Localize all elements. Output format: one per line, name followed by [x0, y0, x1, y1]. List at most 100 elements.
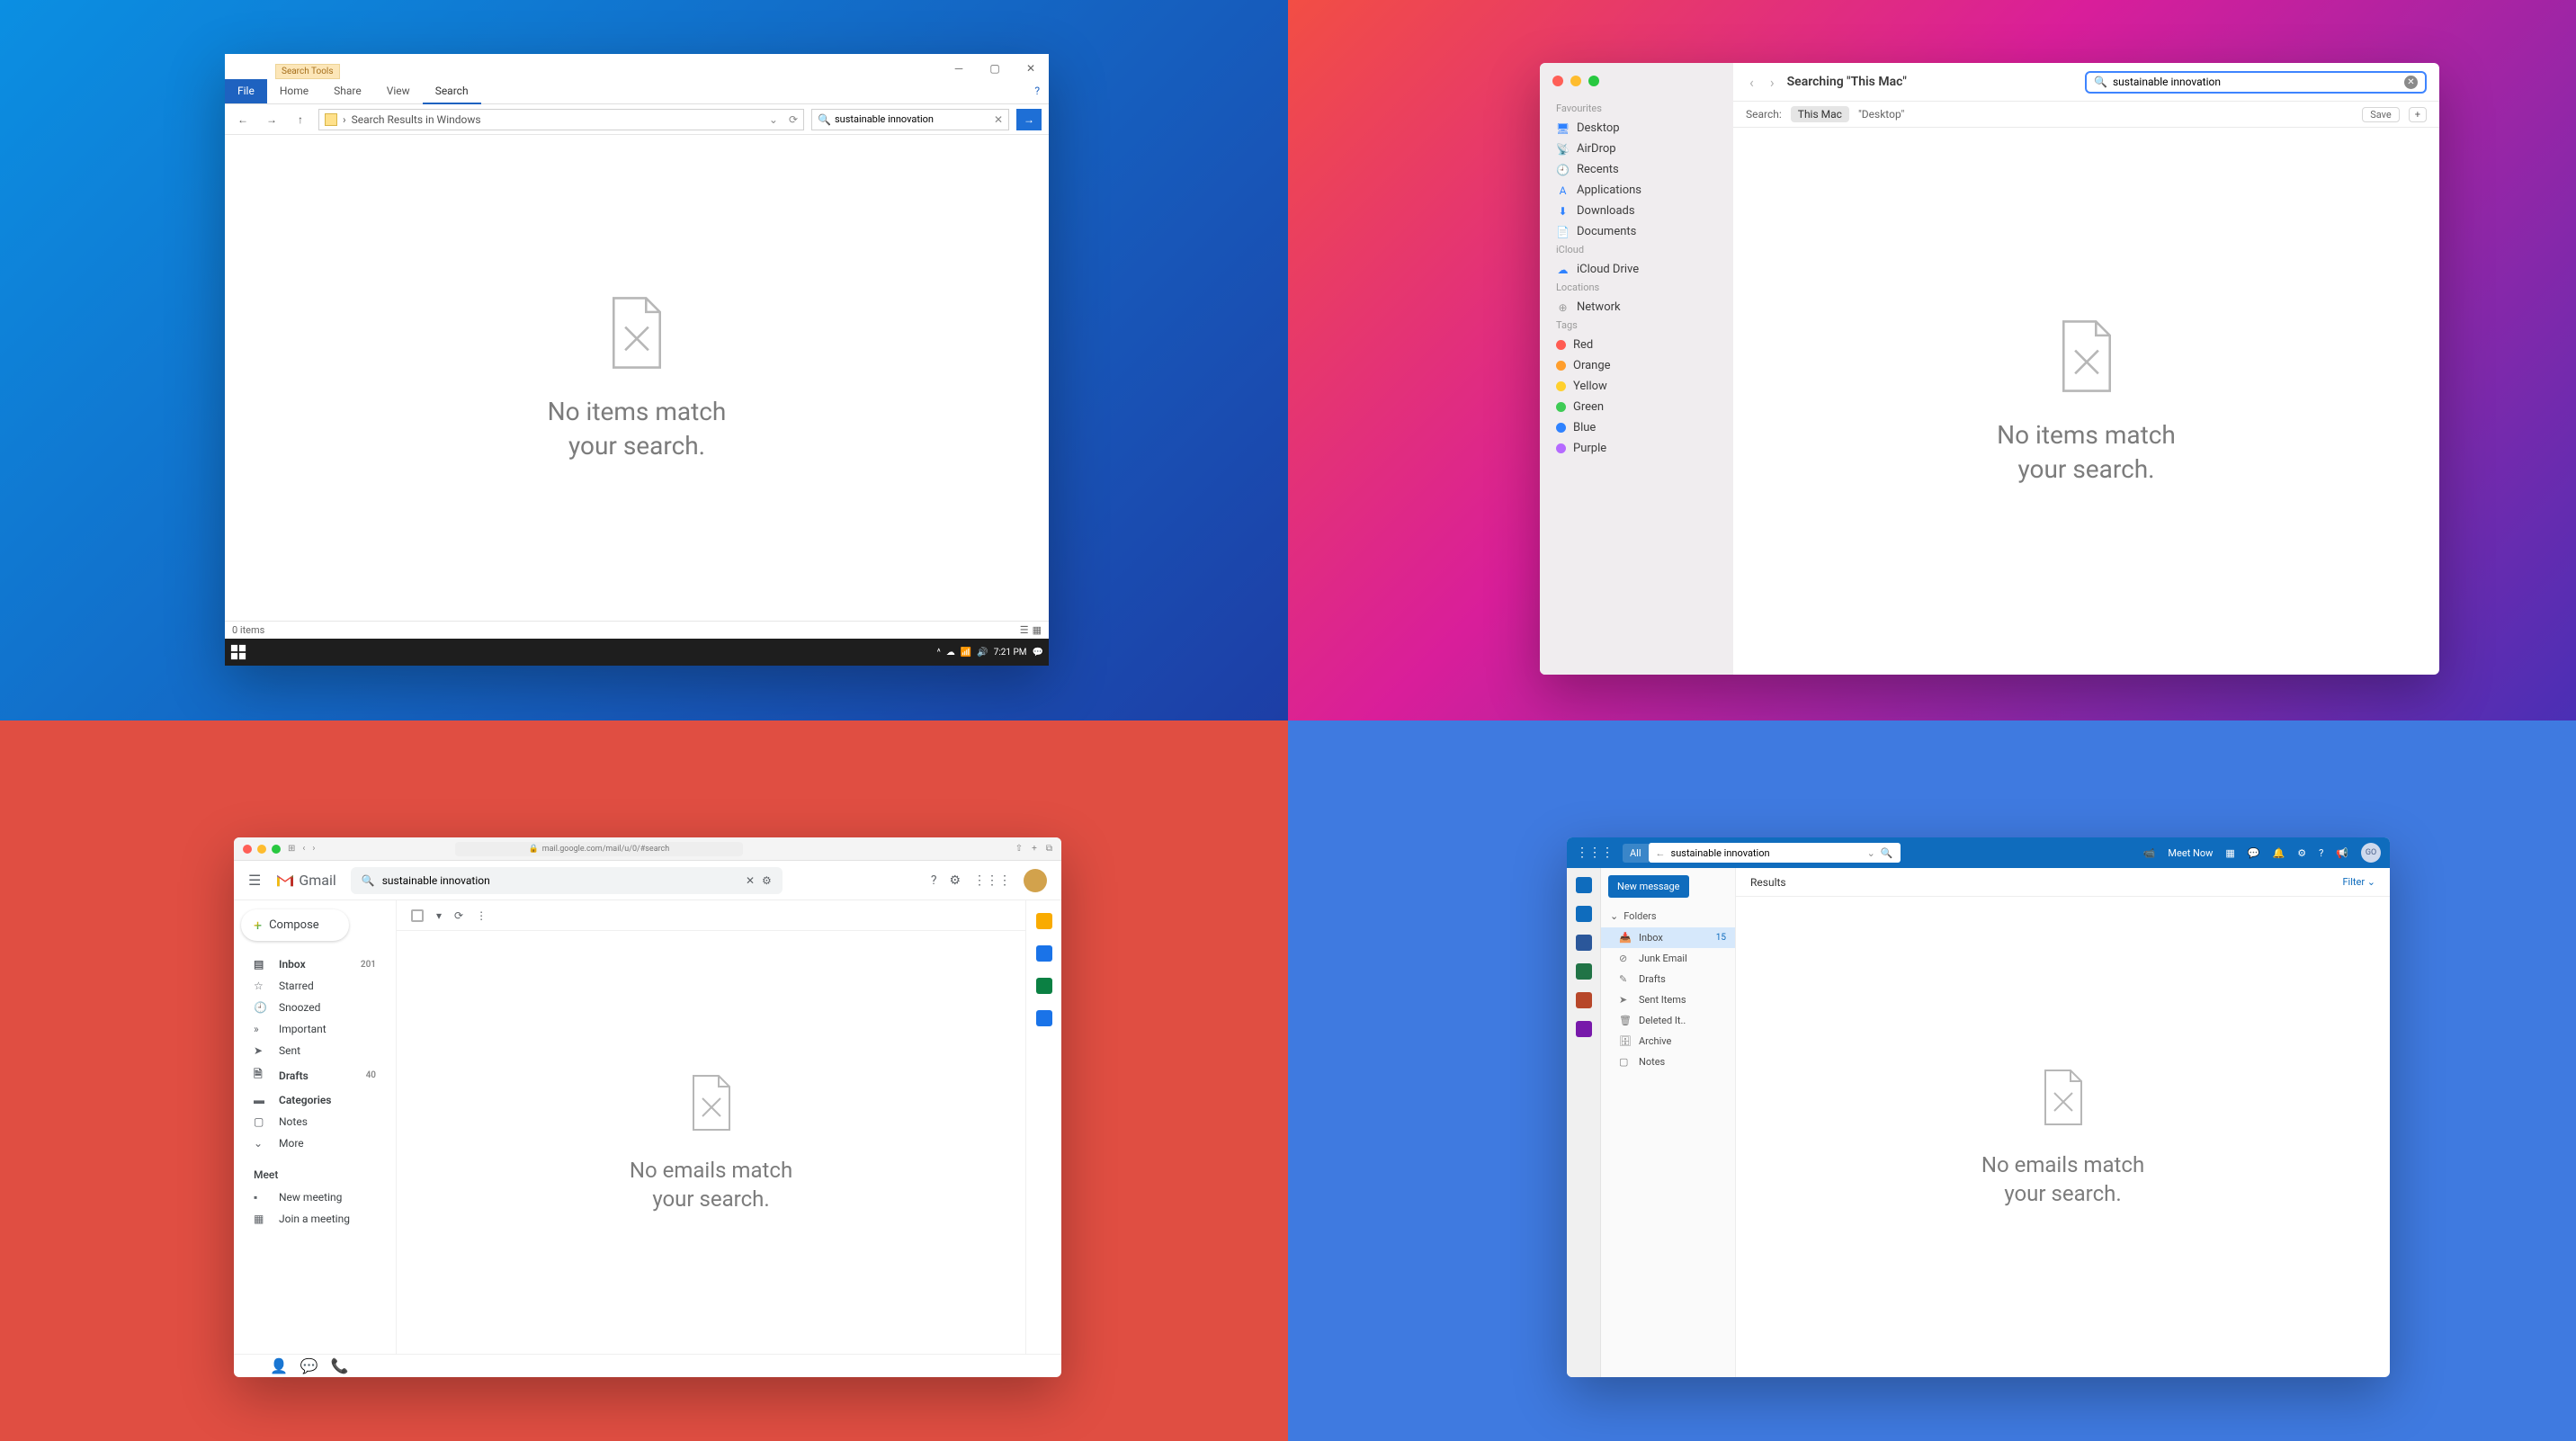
maximize-button[interactable]	[1588, 76, 1599, 86]
clear-search-button[interactable]: ✕	[2404, 76, 2418, 89]
addon-icon[interactable]	[1036, 978, 1052, 994]
sidebar-toggle-icon[interactable]: ⊞	[288, 844, 295, 854]
sidebar-item-icloud[interactable]: ☁iCloud Drive	[1540, 259, 1733, 280]
tag-green[interactable]: Green	[1540, 397, 1733, 417]
search-bar[interactable]: 🔍 ✕ ⚙	[351, 867, 783, 894]
breadcrumb-path[interactable]: › Search Results in Windows ⌄ ⟳	[318, 109, 804, 130]
sidebar-item-applications[interactable]: AApplications	[1540, 180, 1733, 201]
refresh-icon[interactable]: ⟳	[789, 113, 798, 126]
back-button[interactable]: ←	[232, 113, 254, 126]
search-box[interactable]: 🔍 ✕	[811, 109, 1009, 130]
tag-blue[interactable]: Blue	[1540, 417, 1733, 438]
folder-sent-items[interactable]: ➤Sent Items	[1601, 989, 1735, 1010]
new-message-button[interactable]: New message	[1608, 875, 1689, 898]
folder-notes[interactable]: ▢Notes	[1601, 1052, 1735, 1072]
up-button[interactable]: ↑	[290, 113, 311, 126]
folders-header[interactable]: ⌄Folders	[1601, 905, 1735, 927]
search-scope[interactable]: All	[1623, 844, 1649, 863]
folder-drafts[interactable]: ✎Drafts	[1601, 969, 1735, 989]
back-button[interactable]: ‹	[302, 844, 305, 854]
chat-icon[interactable]: 💬	[300, 1357, 318, 1374]
nav-notes[interactable]: ▢Notes	[241, 1111, 389, 1132]
nav-important[interactable]: »Important	[241, 1018, 389, 1040]
ribbon-tab-file[interactable]: File	[225, 79, 267, 103]
help-icon[interactable]: ?	[1025, 79, 1049, 103]
nav-inbox[interactable]: ▤Inbox201	[241, 953, 389, 975]
menu-icon[interactable]: ☰	[248, 872, 261, 889]
app-icon[interactable]	[1576, 963, 1592, 980]
support-icon[interactable]: ?	[931, 873, 937, 888]
select-dropdown-icon[interactable]: ▾	[436, 909, 442, 922]
tray-cloud-icon[interactable]: ☁	[946, 648, 955, 658]
scope-thismac[interactable]: This Mac	[1791, 106, 1849, 122]
clear-search-icon[interactable]: ✕	[746, 874, 755, 887]
url-bar[interactable]: 🔒 mail.google.com/mail/u/0/#search	[455, 842, 743, 856]
close-button[interactable]	[1552, 76, 1563, 86]
select-all-checkbox[interactable]	[411, 909, 424, 922]
search-icon[interactable]: 🔍	[1881, 847, 1893, 859]
search-input[interactable]	[2113, 76, 2399, 88]
nav-snoozed[interactable]: 🕘Snoozed	[241, 997, 389, 1018]
addon-icon[interactable]	[1036, 1010, 1052, 1026]
settings-icon[interactable]: ⚙	[949, 873, 961, 888]
search-options-icon[interactable]: ⚙	[762, 874, 772, 887]
app-icon[interactable]	[1576, 1021, 1592, 1037]
close-button[interactable]	[243, 845, 252, 854]
addon-icon[interactable]	[1036, 945, 1052, 962]
app-icon[interactable]	[1576, 935, 1592, 951]
search-input[interactable]	[1671, 847, 1862, 859]
phone-icon[interactable]: 📞	[331, 1357, 349, 1374]
nav-starred[interactable]: ☆Starred	[241, 975, 389, 997]
addon-icon[interactable]	[1036, 913, 1052, 929]
app-icon[interactable]	[1576, 877, 1592, 893]
tag-orange[interactable]: Orange	[1540, 355, 1733, 376]
whatsnew-icon[interactable]: 📢	[2336, 847, 2348, 859]
app-launcher-icon[interactable]: ⋮⋮⋮	[1576, 846, 1614, 860]
forward-button[interactable]: ›	[312, 844, 315, 854]
tag-yellow[interactable]: Yellow	[1540, 376, 1733, 397]
scope-desktop[interactable]: "Desktop"	[1858, 108, 1904, 121]
account-avatar[interactable]: GO	[2361, 843, 2381, 863]
app-icon[interactable]	[1576, 992, 1592, 1008]
teams-call-icon[interactable]: 📹	[2143, 847, 2156, 859]
minimize-button[interactable]	[1570, 76, 1581, 86]
help-icon[interactable]: ?	[2319, 847, 2323, 859]
account-avatar[interactable]	[1024, 869, 1047, 892]
nav-more[interactable]: ⌄More	[241, 1132, 389, 1154]
view-icons-icon[interactable]: ▦	[1033, 624, 1042, 636]
sidebar-item-network[interactable]: ⊕Network	[1540, 297, 1733, 318]
search-input[interactable]	[835, 113, 990, 125]
tabs-icon[interactable]: ⧉	[1046, 844, 1052, 854]
sidebar-item-desktop[interactable]: 🖥Desktop	[1540, 118, 1733, 139]
forward-button[interactable]: ›	[1767, 74, 1778, 91]
notification-icon[interactable]: 💬	[1033, 648, 1043, 658]
ribbon-tab-search[interactable]: Search	[423, 79, 481, 103]
folder-junk-email[interactable]: ⊘Junk Email	[1601, 948, 1735, 969]
back-icon[interactable]: ←	[1656, 847, 1666, 859]
meet-now-button[interactable]: Meet Now	[2168, 847, 2213, 859]
sidebar-item-downloads[interactable]: ⬇Downloads	[1540, 201, 1733, 221]
folder-archive[interactable]: 🗄Archive	[1601, 1031, 1735, 1052]
search-tools-context-tab[interactable]: Search Tools	[275, 64, 340, 79]
search-field[interactable]: 🔍 ✕	[2085, 71, 2427, 94]
sidebar-item-recents[interactable]: 🕘Recents	[1540, 159, 1733, 180]
start-button[interactable]	[230, 644, 246, 660]
tray-wifi-icon[interactable]: 📶	[961, 648, 971, 658]
gmail-logo[interactable]: Gmail	[275, 872, 335, 889]
minimize-button[interactable]	[257, 845, 266, 854]
nav-drafts[interactable]: 🗎Drafts40	[241, 1061, 389, 1089]
notifications-icon[interactable]: 🔔	[2273, 847, 2285, 859]
compose-button[interactable]: + Compose	[241, 909, 349, 941]
apps-icon[interactable]: ⋮⋮⋮	[973, 873, 1011, 888]
save-search-button[interactable]: Save	[2362, 107, 2400, 122]
new-tab-icon[interactable]: +	[1032, 844, 1037, 854]
ribbon-tab-home[interactable]: Home	[267, 79, 321, 103]
add-rule-button[interactable]: +	[2409, 107, 2427, 122]
search-input[interactable]	[382, 874, 738, 887]
filter-button[interactable]: Filter ⌄	[2342, 876, 2375, 888]
back-button[interactable]: ‹	[1746, 74, 1758, 91]
ribbon-tab-share[interactable]: Share	[321, 79, 374, 103]
refresh-icon[interactable]: ⟳	[454, 909, 463, 922]
ribbon-tab-view[interactable]: View	[374, 79, 423, 103]
nav-sent[interactable]: ➤Sent	[241, 1040, 389, 1061]
